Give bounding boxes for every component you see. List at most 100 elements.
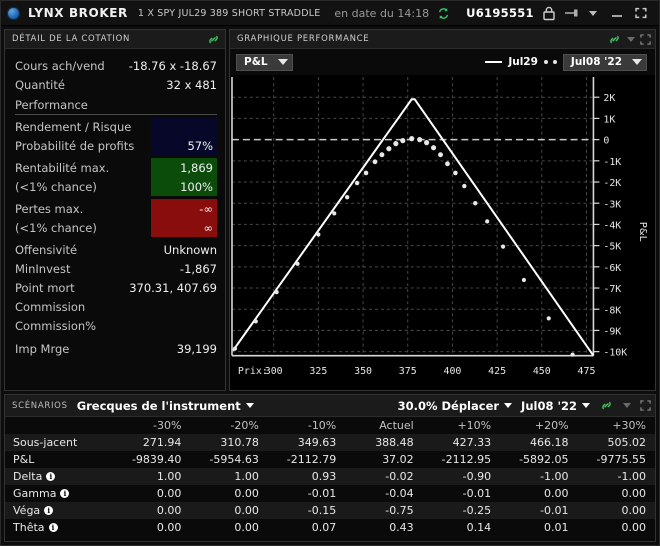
quote-row-value: 370.31, 407.69 bbox=[129, 280, 217, 295]
info-icon[interactable]: i bbox=[60, 489, 70, 498]
move-percent-label: 30.0% Déplacer bbox=[397, 398, 500, 413]
svg-text:300: 300 bbox=[265, 366, 283, 377]
pl-mode-dropdown[interactable]: P&L bbox=[236, 53, 293, 71]
application-window: LYNX BROKER 1 X SPY JUL29 389 SHORT STRA… bbox=[0, 0, 660, 546]
table-row: Véga i 0.00 0.00 -0.15 -0.75 -0.25 -0.01… bbox=[5, 502, 655, 519]
link-icon[interactable] bbox=[206, 33, 221, 46]
chart-date-dropdown[interactable]: Jul08 '22 bbox=[562, 53, 647, 71]
perf-row-max-profit-chance: (<1% chance) 100% bbox=[15, 177, 217, 196]
table-row: Delta i 1.00 1.00 0.93 -0.02 -0.90 -1.00… bbox=[5, 468, 655, 485]
link-icon[interactable] bbox=[599, 399, 614, 412]
row-value: 388.48 bbox=[345, 434, 423, 451]
greeks-selector-dropdown[interactable]: Grecques de l'instrument bbox=[77, 399, 254, 413]
scenarios-date-dropdown[interactable]: Jul08 '22 bbox=[521, 399, 590, 413]
info-icon[interactable]: i bbox=[46, 472, 56, 481]
row-value: -2112.79 bbox=[286, 453, 337, 466]
row-value: 0.00 bbox=[156, 487, 182, 500]
quote-detail-title: Détail de la cotation bbox=[12, 34, 131, 44]
quote-row-aggressiveness: Offensivité Unknown bbox=[15, 240, 217, 259]
chart-date-dropdown-label: Jul08 '22 bbox=[570, 56, 622, 68]
globe-icon bbox=[7, 6, 20, 20]
row-value: -0.75 bbox=[345, 502, 423, 519]
svg-text:Prix:: Prix: bbox=[238, 366, 268, 377]
row-value: -1.00 bbox=[577, 468, 655, 485]
row-label-text: Thêta bbox=[13, 521, 45, 534]
quote-row-breakeven: Point mort 370.31, 407.69 bbox=[15, 278, 217, 297]
row-value: -5954.63 bbox=[209, 453, 259, 466]
row-value: -9775.55 bbox=[596, 453, 646, 466]
row-value: 505.02 bbox=[577, 434, 655, 451]
row-label: P&L bbox=[13, 453, 35, 466]
move-percent-dropdown[interactable]: 30.0% Déplacer bbox=[397, 398, 513, 413]
row-value: 0.00 bbox=[113, 502, 191, 519]
row-value: 0.93 bbox=[267, 468, 346, 485]
row-value: 1.00 bbox=[113, 468, 191, 485]
quote-detail-panel: Détail de la cotation Cours ach/vend -18… bbox=[4, 29, 226, 391]
performance-chart-title: Graphique performance bbox=[237, 34, 370, 44]
scenarios-menu-caret-icon[interactable] bbox=[623, 403, 631, 408]
perf-row-max-loss: Pertes max. -∞ bbox=[15, 199, 217, 218]
expand-icon[interactable] bbox=[640, 400, 651, 411]
chevron-down-icon bbox=[632, 59, 642, 65]
column-header: +20% bbox=[534, 419, 569, 432]
info-icon[interactable]: i bbox=[48, 523, 58, 532]
quote-row-label: Point mort bbox=[15, 280, 75, 295]
quote-row-value: 32 x 481 bbox=[166, 77, 217, 92]
refresh-icon[interactable] bbox=[437, 7, 450, 20]
contract-label: 1 X SPY JUL29 389 SHORT STRADDLE bbox=[137, 7, 321, 19]
row-value: 427.33 bbox=[422, 434, 501, 451]
row-value: 466.18 bbox=[500, 434, 578, 451]
scenarios-date-label: Jul08 '22 bbox=[521, 398, 577, 413]
svg-text:-5K: -5K bbox=[603, 242, 621, 253]
pin-dropdown-caret-icon[interactable] bbox=[588, 10, 597, 16]
quote-row-value: -18.76 x -18.67 bbox=[128, 58, 217, 73]
perf-row-return-risk: Rendement / Risque bbox=[15, 117, 217, 136]
row-value: 1.00 bbox=[190, 468, 268, 485]
legend-expiry-label: Jul29 bbox=[508, 56, 538, 68]
expand-icon[interactable] bbox=[640, 33, 651, 45]
maximize-icon[interactable] bbox=[633, 6, 649, 20]
minimize-icon[interactable] bbox=[609, 6, 625, 20]
row-label: Thêta i bbox=[5, 519, 113, 536]
quote-row-bidask: Cours ach/vend -18.76 x -18.67 bbox=[15, 56, 217, 75]
quote-row-label: Quantité bbox=[15, 77, 65, 92]
row-value: -0.01 bbox=[307, 487, 337, 500]
svg-text:1K: 1K bbox=[603, 114, 615, 125]
quote-row-commission-pct: Commission% bbox=[15, 316, 217, 335]
svg-text:325: 325 bbox=[309, 366, 327, 377]
column-header: -10% bbox=[307, 419, 337, 432]
chevron-down-icon bbox=[582, 403, 590, 408]
pin-icon[interactable] bbox=[564, 6, 581, 20]
quote-row-mininvest: MinInvest -1,867 bbox=[15, 259, 217, 278]
column-header: +30% bbox=[612, 419, 646, 432]
row-label: Sous-jacent bbox=[5, 434, 113, 451]
table-row: P&L -9839.40 -5954.63 -2112.79 37.02 -21… bbox=[5, 451, 655, 468]
row-value: 271.94 bbox=[113, 434, 191, 451]
column-header: -20% bbox=[230, 419, 259, 432]
link-icon[interactable] bbox=[607, 33, 622, 46]
scenarios-panel: Scénarios Grecques de l'instrument 30.0%… bbox=[4, 394, 656, 542]
greeks-selector-label: Grecques de l'instrument bbox=[76, 398, 241, 413]
perf-row-label: Probabilité de profits bbox=[15, 138, 135, 153]
chart-menu-caret-icon[interactable] bbox=[627, 36, 635, 42]
title-bar: LYNX BROKER 1 X SPY JUL29 389 SHORT STRA… bbox=[1, 1, 660, 26]
scenarios-header: Scénarios Grecques de l'instrument 30.0%… bbox=[5, 395, 655, 417]
perf-row-value: -∞ bbox=[151, 199, 217, 218]
tab-scenarios[interactable]: Scénarios bbox=[12, 401, 68, 411]
info-icon[interactable]: i bbox=[44, 506, 54, 515]
row-value: -0.25 bbox=[422, 502, 501, 519]
quote-row-value: -1,867 bbox=[179, 261, 217, 276]
perf-row-value: ∞ bbox=[151, 218, 217, 237]
row-value: 0.00 bbox=[190, 502, 268, 519]
perf-row-label: (<1% chance) bbox=[15, 179, 97, 194]
row-value: -0.15 bbox=[267, 502, 346, 519]
svg-text:-9K: -9K bbox=[603, 326, 621, 337]
lock-icon[interactable] bbox=[542, 5, 556, 21]
svg-text:-2K: -2K bbox=[603, 178, 621, 189]
account-number-label: U6195551 bbox=[466, 6, 534, 20]
svg-text:-7K: -7K bbox=[603, 284, 621, 295]
chart-plot-area[interactable]: 2K 1K 0 -1K -2K -3K -4K -5K -6K -7K -8K … bbox=[230, 75, 655, 390]
performance-chart-panel: Graphique performance P&L bbox=[229, 29, 656, 391]
legend-solid-line-swatch bbox=[485, 61, 503, 63]
row-value: 0.00 bbox=[621, 521, 647, 534]
